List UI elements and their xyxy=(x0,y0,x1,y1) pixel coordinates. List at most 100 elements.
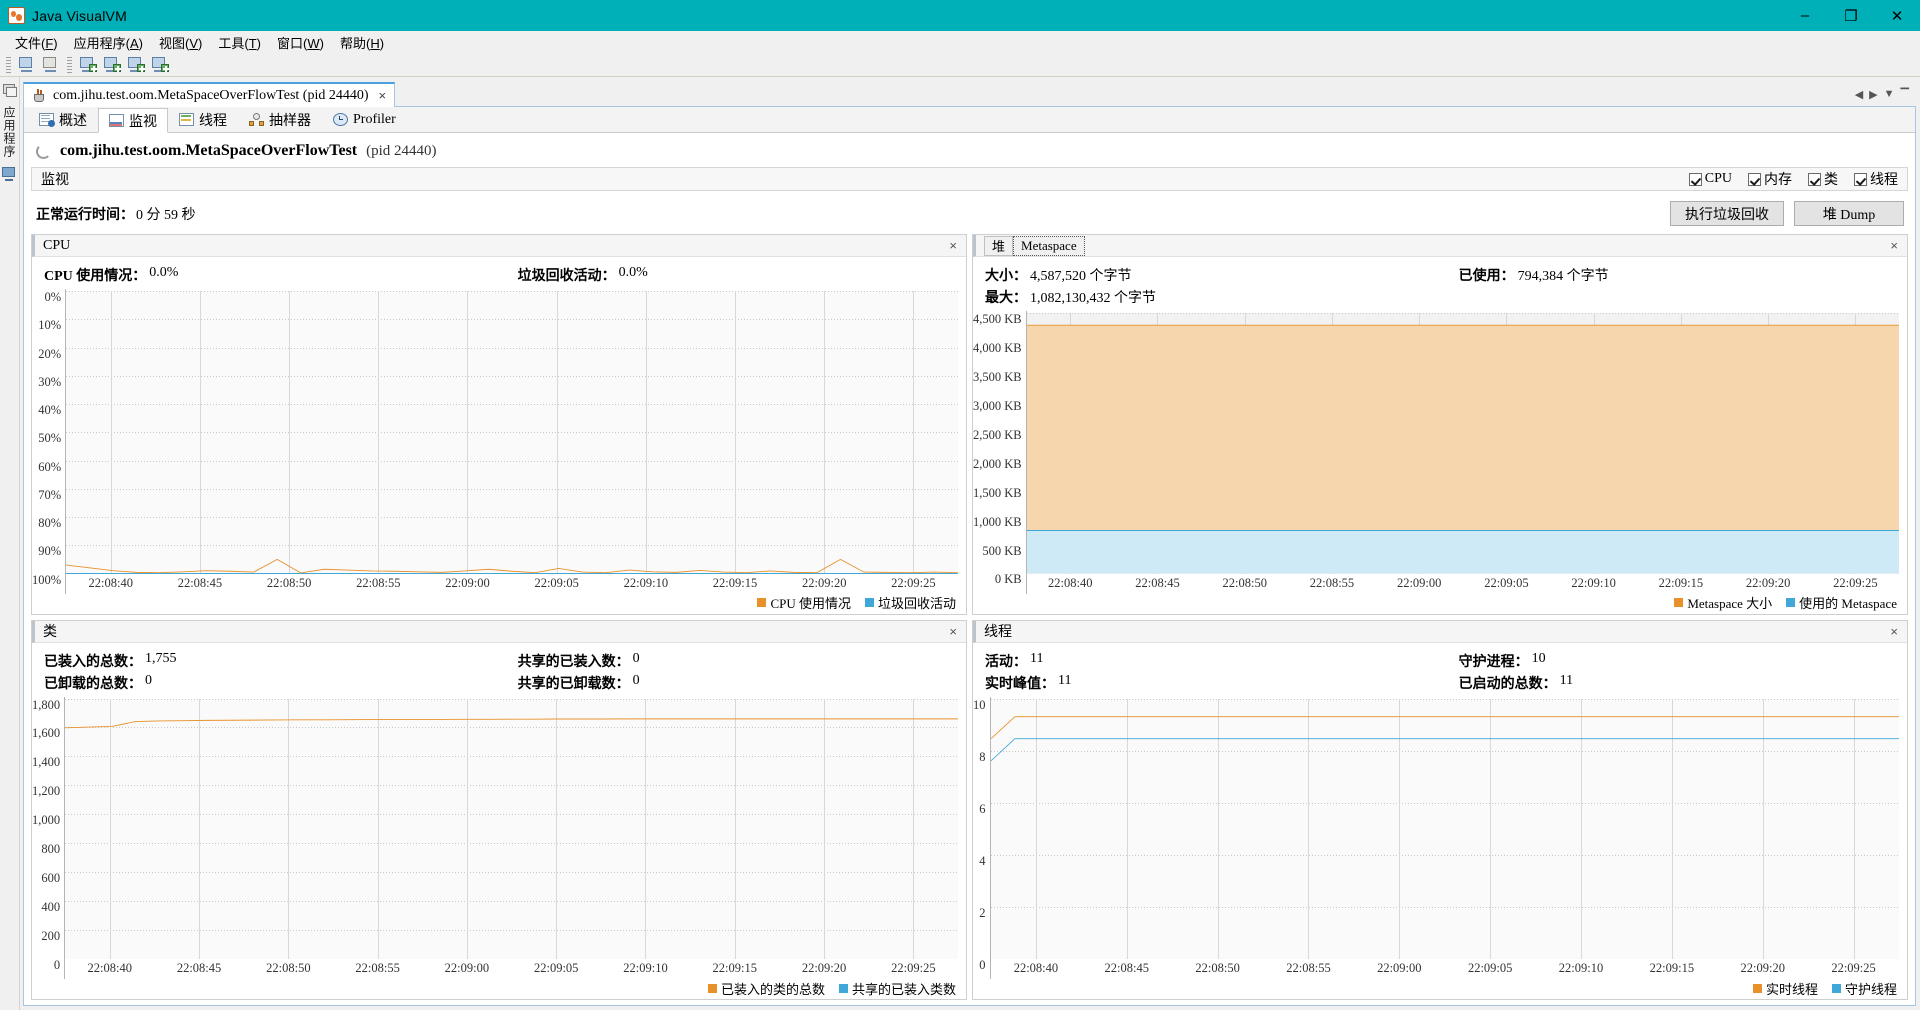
checkbox-classes[interactable]: 类 xyxy=(1808,169,1838,189)
menu-window[interactable]: 窗口(W) xyxy=(269,31,332,54)
threads-legend-label-live: 实时线程 xyxy=(1765,981,1818,997)
uptime-value: 0 分 59 秒 xyxy=(136,207,196,223)
menu-view[interactable]: 视图(V) xyxy=(151,31,210,54)
charts-grid: CPU × CPU 使用情况： 0.0% 垃圾回收活动： 0.0% 0% 10%… xyxy=(24,234,1915,1005)
heap-dump-button[interactable]: 堆 Dump xyxy=(1794,201,1904,226)
panel-memory-close-icon[interactable]: × xyxy=(1887,238,1901,253)
cpu-usage-value: 0.0% xyxy=(149,265,179,280)
metaspace-plot[interactable]: 22:08:40 22:08:45 22:08:50 22:08:55 22:09:00… xyxy=(1025,311,1899,594)
checkbox-classes-box[interactable] xyxy=(1808,172,1821,186)
panel-cpu-stats: CPU 使用情况： 0.0% 垃圾回收活动： 0.0% xyxy=(32,257,966,289)
classes-plot[interactable]: 22:08:40 22:08:45 22:08:50 22:08:55 22:09:00… xyxy=(64,696,958,979)
document-tab-label: com.jihu.test.oom.MetaSpaceOverFlowTest … xyxy=(53,87,369,103)
document-tab-close-icon[interactable]: × xyxy=(375,88,387,103)
tab-maximize-icon[interactable]: ▔ xyxy=(1901,88,1909,101)
panel-cpu-close-icon[interactable]: × xyxy=(946,238,960,253)
metaspace-size-value: 4,587,520 个字节 xyxy=(1030,269,1132,284)
classes-x-axis: 22:08:40 22:08:45 22:08:50 22:08:55 22:09:00… xyxy=(65,959,958,979)
open-snapshot-icon[interactable] xyxy=(16,55,38,75)
panel-classes-title: 类 xyxy=(43,625,57,640)
threads-started-value: 11 xyxy=(1559,672,1574,688)
menu-applications[interactable]: 应用程序(A) xyxy=(66,31,151,54)
x-tick-label: 22:08:45 xyxy=(177,575,223,590)
menu-tools[interactable]: 工具(T) xyxy=(210,31,269,54)
maximize-button[interactable]: ❐ xyxy=(1828,0,1874,31)
checkbox-memory[interactable]: 内存 xyxy=(1748,169,1792,189)
threads-legend-item-live: 实时线程 xyxy=(1752,979,1818,998)
cpu-chart[interactable]: 0% 10% 20% 30% 40% 50% 60% 70% 80% 90% 100% 22:08:… xyxy=(32,289,966,594)
menu-file[interactable]: 文件(F) xyxy=(7,31,66,54)
checkbox-cpu[interactable]: CPU xyxy=(1688,171,1732,187)
minimize-button[interactable]: – xyxy=(1782,0,1828,31)
x-tick-label: 22:08:50 xyxy=(266,575,312,590)
cpu-x-axis: 22:08:40 22:08:45 22:08:50 22:08:55 22:09:00… xyxy=(66,574,958,594)
threads-legend-item-daemon: 守护线程 xyxy=(1831,979,1897,998)
uptime-row: 正常运行时间： 0 分 59 秒 执行垃圾回收 堆 Dump xyxy=(24,191,1915,234)
checkbox-cpu-label: CPU xyxy=(1704,171,1732,186)
monitor-icon[interactable] xyxy=(2,167,17,181)
classes-chart[interactable]: 1,800 1,600 1,400 1,200 1,000 800 600 400 200 0 2… xyxy=(32,696,966,979)
x-tick-label: 22:09:05 xyxy=(1467,961,1513,975)
tab-profiler[interactable]: Profiler xyxy=(322,107,407,132)
panel-threads-close-icon[interactable]: × xyxy=(1887,624,1901,639)
threads-daemon-label: 守护进程： xyxy=(1458,654,1529,670)
x-tick-label: 22:09:25 xyxy=(1831,961,1876,975)
tab-sampler[interactable]: 抽样器 xyxy=(238,107,322,132)
tab-overview[interactable]: 概述 xyxy=(28,107,98,132)
save-snapshot-icon[interactable] xyxy=(40,55,62,75)
x-tick-label: 22:08:55 xyxy=(1309,575,1355,590)
x-tick-label: 22:08:50 xyxy=(1195,961,1240,975)
tab-list-icon[interactable]: ▼ xyxy=(1884,88,1895,100)
add-jmx-connection-icon[interactable] xyxy=(77,55,99,75)
threads-plot[interactable]: 22:08:40 22:08:45 22:08:50 22:08:55 22:09:00… xyxy=(989,696,1900,979)
monitor-section-header: 监视 CPU 内存 类 线程 xyxy=(31,167,1908,191)
metaspace-chart[interactable]: 4,500 KB 4,000 KB 3,500 KB 3,000 KB 2,500 KB… xyxy=(973,311,1907,594)
memory-tab-metaspace[interactable]: Metaspace xyxy=(1013,235,1085,256)
tab-threads[interactable]: 线程 xyxy=(168,107,238,132)
close-button[interactable]: ✕ xyxy=(1874,0,1920,31)
checkbox-threads-box[interactable] xyxy=(1854,172,1867,186)
series-line xyxy=(65,718,958,727)
classes-y-axis: 1,800 1,600 1,400 1,200 1,000 800 600 400 200 0 xyxy=(32,697,61,972)
toolbar-grip[interactable] xyxy=(6,56,11,73)
x-tick-label: 22:09:15 xyxy=(712,961,758,975)
threads-chart[interactable]: 10 8 6 4 2 0 22:08:40 22:08:45 22:08:50 22:08:55… xyxy=(973,696,1907,979)
metaspace-plot-area xyxy=(1026,313,1899,574)
checkbox-memory-box[interactable] xyxy=(1748,172,1761,186)
metaspace-max-label: 最大： xyxy=(985,291,1027,306)
tab-scroll-left-icon[interactable]: ◀ xyxy=(1855,88,1863,101)
classes-legend-label-loaded: 已装入的类的总数 xyxy=(720,981,825,997)
body-area: 应用程序 com.jihu.test.oom.MetaSpaceOverFlow… xyxy=(0,77,1920,1010)
x-tick-label: 22:08:40 xyxy=(1013,961,1059,975)
x-tick-label: 22:08:40 xyxy=(88,575,133,590)
snapshot-icon[interactable] xyxy=(2,83,17,97)
perform-gc-button[interactable]: 执行垃圾回收 xyxy=(1670,201,1784,226)
x-tick-label: 22:09:25 xyxy=(891,961,936,975)
application-pid: (pid 24440) xyxy=(366,142,437,159)
application-header: com.jihu.test.oom.MetaSpaceOverFlowTest … xyxy=(24,133,1915,167)
x-tick-label: 22:09:05 xyxy=(533,961,579,975)
applications-window-tab[interactable]: 应用程序 xyxy=(0,103,19,161)
threads-legend-label-daemon: 守护线程 xyxy=(1844,981,1897,997)
cpu-plot[interactable]: 22:08:40 22:08:45 22:08:50 22:08:55 22:09:00… xyxy=(65,289,958,594)
checkbox-threads[interactable]: 线程 xyxy=(1854,169,1898,189)
cpu-legend-swatch-usage xyxy=(757,598,767,607)
classes-shared-unloaded-label: 共享的已卸载数： xyxy=(517,676,630,692)
metaspace-used-label: 已使用： xyxy=(1458,269,1515,284)
add-remote-host-icon[interactable] xyxy=(101,55,123,75)
panel-classes-close-icon[interactable]: × xyxy=(946,624,960,639)
tab-monitor[interactable]: 监视 xyxy=(98,108,168,133)
tab-scroll-right-icon[interactable]: ▶ xyxy=(1869,88,1877,101)
classes-shared-loaded-value: 0 xyxy=(632,650,640,666)
menu-help[interactable]: 帮助(H) xyxy=(332,31,392,54)
add-application-icon[interactable] xyxy=(149,55,171,75)
document-tab-metaspaceoverflowtest[interactable]: com.jihu.test.oom.MetaSpaceOverFlowTest … xyxy=(23,82,396,107)
loading-spinner-icon xyxy=(36,143,51,159)
memory-tab-heap[interactable]: 堆 xyxy=(984,235,1014,256)
document-content: 概述 监视 线程 抽样器 Profiler com.jihu.test.oom.… xyxy=(23,107,1916,1006)
metaspace-legend: Metaspace 大小 使用的 Metaspace xyxy=(973,594,1907,614)
threads-x-axis: 22:08:40 22:08:45 22:08:50 22:08:55 22:09:00… xyxy=(991,959,1900,979)
checkbox-cpu-box[interactable] xyxy=(1688,172,1702,186)
toolbar-grip-2[interactable] xyxy=(67,56,72,73)
add-vm-coredump-icon[interactable] xyxy=(125,55,147,75)
